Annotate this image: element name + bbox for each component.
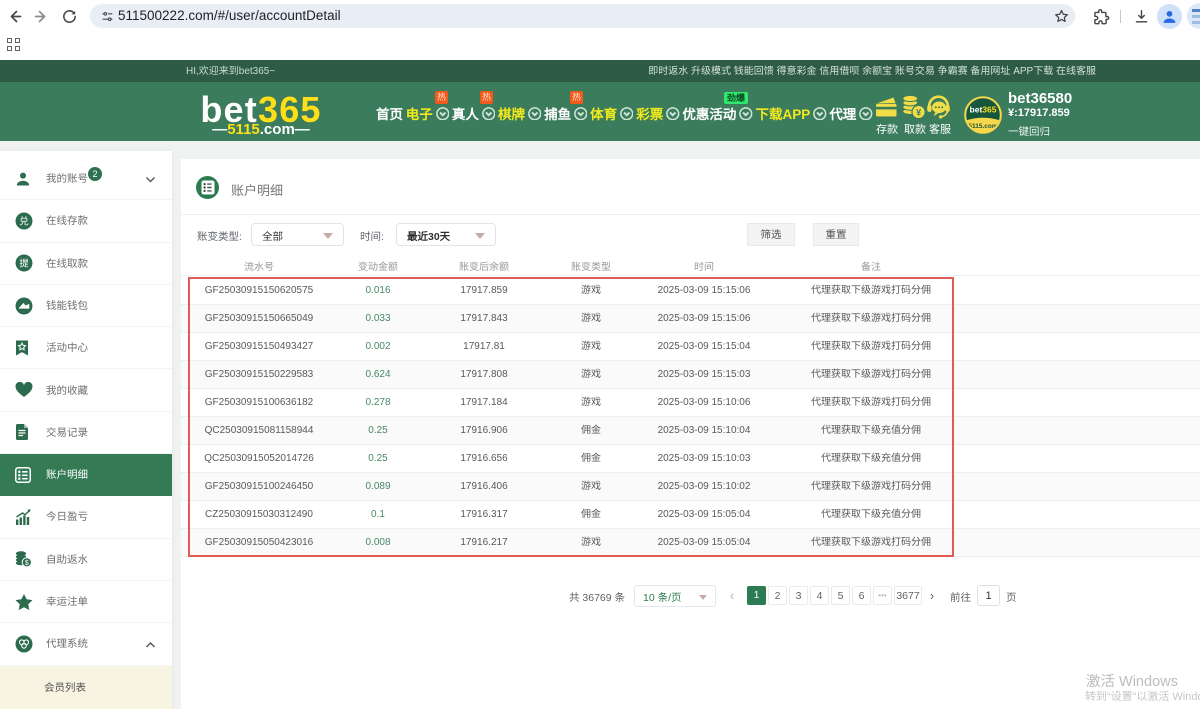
svg-text:bet365: bet365 [970,105,997,115]
svg-text:兑: 兑 [19,214,29,228]
svg-text:¥: ¥ [916,108,921,118]
svg-text:提: 提 [19,256,29,270]
svg-text:$: $ [25,560,29,567]
